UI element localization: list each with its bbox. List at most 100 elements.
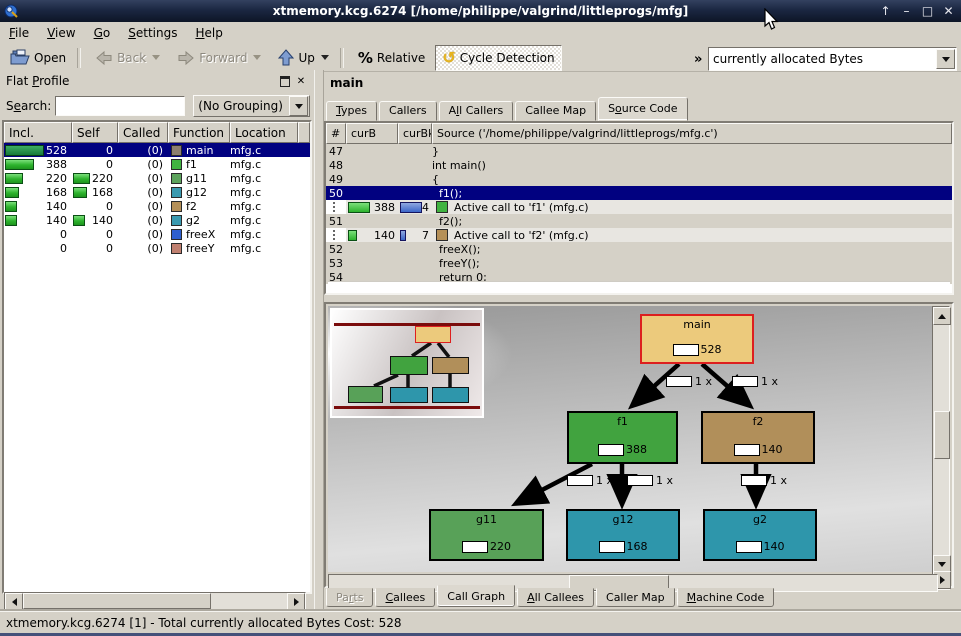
function-row-freeX[interactable]: 00(0)freeXmfg.c — [4, 227, 310, 241]
panel-splitter[interactable] — [314, 70, 324, 612]
edge-label-main-f2[interactable]: 1 x — [732, 375, 778, 388]
forward-dropdown-icon[interactable] — [253, 55, 261, 60]
scroll-up-button[interactable] — [933, 307, 951, 325]
node-cost: 168 — [599, 540, 648, 553]
tab-callee-map[interactable]: Callee Map — [515, 101, 596, 121]
edge-label-f1-g11[interactable]: 1 x — [567, 474, 613, 487]
source-line-53[interactable]: 53 freeY(); — [326, 256, 952, 270]
call-graph-canvas[interactable]: 1 x 1 x 1 x 1 x 1 x main528 f1388 f2140 g11220 g1… — [328, 306, 938, 572]
flat-profile-title: Flat Profile — [2, 74, 278, 88]
grouping-combobox[interactable]: (No Grouping) — [193, 95, 310, 117]
function-row-g11[interactable]: 220220(0)g11mfg.c — [4, 171, 310, 185]
graph-vscrollbar[interactable] — [932, 306, 950, 590]
function-row-main[interactable]: 5280(0)mainmfg.c — [4, 143, 310, 157]
forward-button[interactable]: Forward — [170, 45, 268, 71]
maximize-button[interactable]: □ — [919, 3, 936, 20]
function-row-freeY[interactable]: 00(0)freeYmfg.c — [4, 241, 310, 255]
event-type-dropdown-button[interactable] — [936, 49, 955, 69]
function-color-swatch — [171, 187, 182, 198]
cycle-detection-button[interactable]: ↺ Cycle Detection — [435, 45, 561, 71]
curb-cost-bar — [348, 202, 370, 213]
flat-profile-hscrollbar[interactable] — [4, 592, 306, 610]
source-line-50[interactable]: 50 f1(); — [326, 186, 952, 200]
menu-item-settings[interactable]: Settings — [119, 24, 186, 42]
back-button[interactable]: Back — [88, 45, 167, 71]
keep-above-button[interactable]: ↑ — [877, 3, 894, 20]
menu-item-view[interactable]: View — [38, 24, 84, 42]
source-hscrollbar-track[interactable] — [328, 281, 950, 291]
called-cell: (0) — [118, 157, 168, 171]
graph-overview-minimap[interactable] — [330, 308, 484, 418]
dock-close-button[interactable]: ✕ — [294, 74, 308, 88]
graph-node-f2[interactable]: f2140 — [701, 411, 815, 464]
menu-item-help[interactable]: Help — [186, 24, 231, 42]
function-cell: f1 — [168, 157, 230, 171]
function-row-f2[interactable]: 1400(0)f2mfg.c — [4, 199, 310, 213]
source-column-header-curbk[interactable]: curBk — [398, 123, 432, 144]
graph-node-f1[interactable]: f1388 — [567, 411, 678, 464]
graph-node-g2[interactable]: g2140 — [703, 509, 817, 561]
call-count-bar — [741, 475, 767, 486]
graph-node-main[interactable]: main528 — [640, 314, 754, 364]
minimap-node-main — [415, 326, 451, 343]
source-column-header-line[interactable]: # — [326, 123, 346, 144]
search-input[interactable] — [55, 96, 185, 116]
source-line-49[interactable]: 49{ — [326, 172, 952, 186]
edge-label-f1-g12[interactable]: 1 x — [627, 474, 673, 487]
active-call-row[interactable]: 38834Active call to 'f1' (mfg.c) — [326, 200, 952, 214]
source-line-47[interactable]: 47} — [326, 144, 952, 158]
grouping-dropdown-button[interactable] — [289, 96, 308, 116]
dock-detach-button[interactable] — [278, 74, 292, 88]
column-header-function[interactable]: Function — [168, 122, 230, 143]
curb-cell: 388 — [346, 200, 398, 214]
tab-callees[interactable]: Callees — [375, 588, 435, 607]
source-column-header-curb[interactable]: curB — [346, 123, 398, 144]
tab-all-callers[interactable]: All Callers — [439, 101, 514, 121]
menu-item-go[interactable]: Go — [85, 24, 120, 42]
up-button[interactable]: Up — [271, 45, 335, 71]
active-call-row[interactable]: 1407Active call to 'f2' (mfg.c) — [326, 228, 952, 242]
tab-machine-code[interactable]: Machine Code — [677, 588, 775, 607]
back-dropdown-icon[interactable] — [152, 55, 160, 60]
source-line-52[interactable]: 52 freeX(); — [326, 242, 952, 256]
toolbar-overflow-button[interactable]: » — [694, 52, 702, 67]
open-button[interactable]: Open — [3, 45, 73, 71]
minimize-button[interactable]: – — [898, 3, 915, 20]
node-cost-bar — [599, 541, 625, 553]
column-header-called[interactable]: Called — [118, 122, 168, 143]
graph-node-g12[interactable]: g12168 — [566, 509, 680, 561]
tab-all-callees[interactable]: All Callees — [517, 588, 594, 607]
edge-label-main-f1[interactable]: 1 x — [666, 375, 712, 388]
incl-value: 220 — [46, 172, 67, 185]
function-row-f1[interactable]: 3880(0)f1mfg.c — [4, 157, 310, 171]
edge-label-f2-g2[interactable]: 1 x — [741, 474, 787, 487]
tab-source-code[interactable]: Source Code — [598, 97, 687, 121]
relative-button[interactable]: % Relative — [351, 45, 432, 71]
function-row-g2[interactable]: 140140(0)g2mfg.c — [4, 213, 310, 227]
menu-item-file[interactable]: File — [0, 24, 38, 42]
function-color-swatch — [171, 159, 182, 170]
node-label: f2 — [753, 415, 764, 428]
up-dropdown-icon[interactable] — [321, 55, 329, 60]
scroll-left-button[interactable] — [5, 593, 23, 611]
source-line-51[interactable]: 51 f2(); — [326, 214, 952, 228]
source-line-48[interactable]: 48int main() — [326, 158, 952, 172]
column-header-incl[interactable]: Incl. — [4, 122, 72, 143]
scroll-right-button[interactable] — [287, 593, 305, 611]
close-button[interactable]: ✕ — [940, 3, 957, 20]
column-header-location[interactable]: Location — [230, 122, 298, 143]
source-column-header-source[interactable]: Source ('/home/philippe/valgrind/littlep… — [432, 123, 952, 144]
scrollbar-track[interactable] — [211, 593, 287, 609]
tab-caller-map[interactable]: Caller Map — [596, 588, 675, 607]
event-type-combobox[interactable]: currently allocated Bytes — [708, 47, 957, 71]
tab-callers[interactable]: Callers — [379, 101, 437, 121]
tab-types[interactable]: Types — [326, 101, 377, 121]
title-bar[interactable]: xtmemory.kcg.6274 [/home/philippe/valgri… — [0, 0, 961, 22]
graph-node-g11[interactable]: g11220 — [429, 509, 544, 561]
scrollbar-thumb[interactable] — [23, 593, 211, 609]
scrollbar-thumb[interactable] — [934, 411, 950, 459]
tab-call-graph[interactable]: Call Graph — [437, 585, 515, 607]
column-header-self[interactable]: Self — [72, 122, 118, 143]
function-row-g12[interactable]: 168168(0)g12mfg.c — [4, 185, 310, 199]
dock-title-bar[interactable]: Flat Profile ✕ — [2, 72, 310, 90]
